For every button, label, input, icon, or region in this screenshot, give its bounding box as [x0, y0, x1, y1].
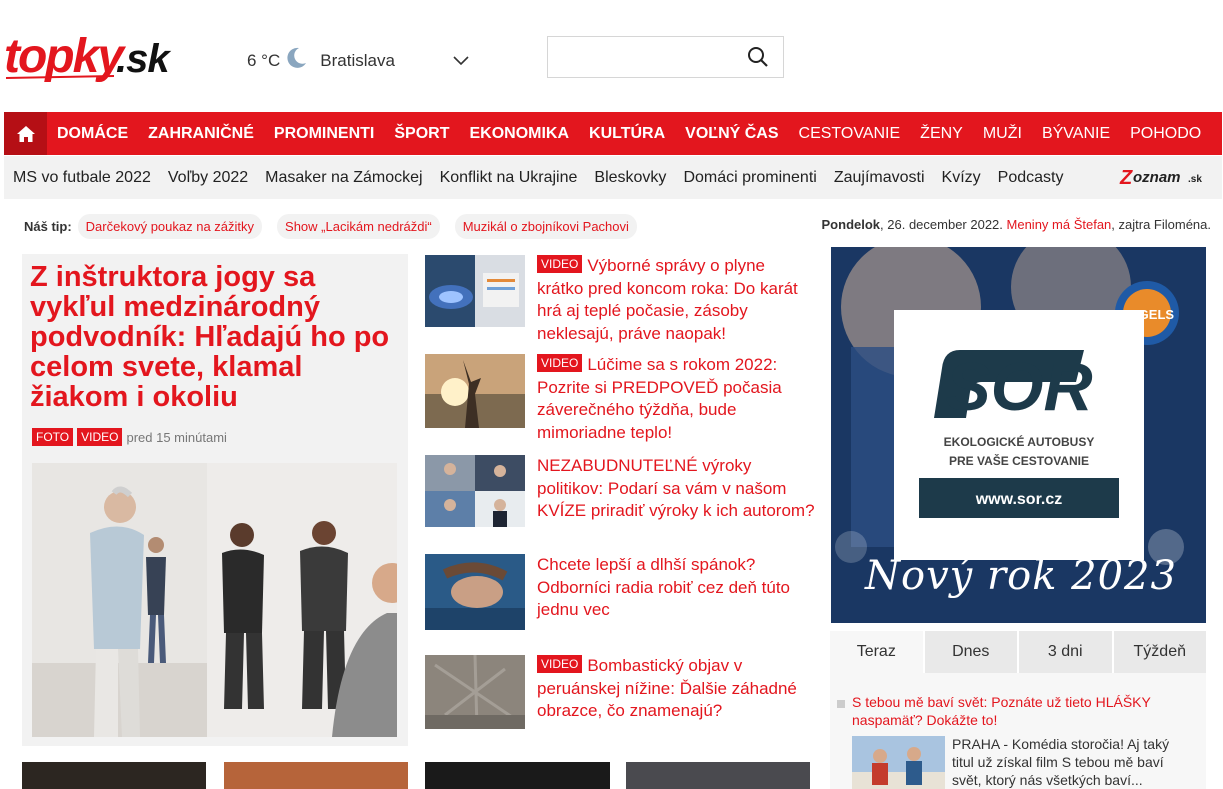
- search-input[interactable]: [548, 37, 738, 77]
- article-title[interactable]: VIDEO Bombastický objav v peruánskej níži…: [537, 655, 815, 723]
- tab-teraz[interactable]: Teraz: [830, 631, 923, 673]
- bottom-thumb[interactable]: [22, 762, 206, 789]
- ad-tagline-1: EKOLOGICKÉ AUTOBUSY: [944, 434, 1095, 449]
- nav-item-ekonomika[interactable]: EKONOMIKA: [459, 125, 579, 143]
- subnav-item[interactable]: Domáci prominenti: [683, 169, 816, 187]
- ad-url: www.sor.cz: [975, 491, 1063, 508]
- dateline-date: , 26. december 2022.: [880, 217, 1003, 232]
- nav-item-prominenti[interactable]: PROMINENTI: [264, 125, 384, 143]
- subnav-item[interactable]: Zaujímavosti: [834, 169, 925, 187]
- ad-brand: SOR: [945, 349, 1092, 425]
- weather-city: Bratislava: [320, 50, 395, 70]
- lead-meta: FOTO VIDEO pred 15 minútami: [32, 428, 227, 446]
- home-icon[interactable]: [4, 112, 47, 155]
- weather-widget[interactable]: 6 °C Bratislava: [247, 46, 469, 75]
- article-thumb-nazca[interactable]: [425, 654, 525, 730]
- top-stories-panel: S tebou mě baví svět: Poznáte už tieto H…: [830, 673, 1206, 789]
- bullet-icon: [837, 700, 845, 708]
- subnav-item[interactable]: Konflikt na Ukrajine: [440, 169, 578, 187]
- article-thumb-politicians[interactable]: [425, 455, 525, 527]
- subnav-item[interactable]: Podcasty: [998, 169, 1064, 187]
- sor-ad-box[interactable]: SOR EKOLOGICKÉ AUTOBUSY PRE VAŠE CESTOVA…: [894, 310, 1144, 560]
- ad-year-text: Nový rok 2023: [865, 553, 1177, 599]
- tab-3-dni[interactable]: 3 dni: [1017, 631, 1112, 673]
- tip-chip[interactable]: Darčekový poukaz na zážitky: [77, 214, 263, 239]
- tips-label: Náš tip:: [24, 219, 72, 234]
- zoznam-logo[interactable]: Z oznam .sk: [1118, 164, 1214, 195]
- subnav-item[interactable]: Masaker na Zámockej: [265, 169, 422, 187]
- nav-item-zahranicne[interactable]: ZAHRANIČNÉ: [138, 125, 264, 143]
- badge-video: VIDEO: [537, 354, 583, 372]
- sub-nav: MS vo futbale 2022 Voľby 2022 Masaker na…: [4, 156, 1222, 199]
- badge-video: VIDEO: [537, 255, 583, 273]
- article-title[interactable]: NEZABUDNUTEĽNÉ výroky politikov: Podarí …: [537, 455, 815, 523]
- article-thumb-sunset[interactable]: [425, 354, 525, 428]
- svg-text:Z: Z: [1119, 167, 1133, 189]
- ad-tagline-2: PRE VAŠE CESTOVANIE: [949, 453, 1089, 468]
- moon-icon: [284, 46, 308, 75]
- chevron-down-icon[interactable]: [453, 51, 469, 71]
- nav-item-cestovanie[interactable]: CESTOVANIE: [789, 125, 911, 143]
- search-box: [547, 36, 784, 78]
- top-story-thumb[interactable]: [852, 736, 945, 789]
- nav-item-volny-cas[interactable]: VOĽNÝ ČAS: [675, 125, 788, 143]
- lead-time: pred 15 minútami: [126, 429, 227, 445]
- nav-item-zeny[interactable]: ŽENY: [910, 125, 973, 143]
- article-thumb-sleep[interactable]: [425, 554, 525, 630]
- badge-video: VIDEO: [537, 655, 583, 673]
- lead-article[interactable]: Z inštruktora jogy sa vykľul medzinárodn…: [22, 254, 412, 746]
- main-nav: DOMÁCE ZAHRANIČNÉ PROMINENTI ŠPORT EKONO…: [4, 112, 1222, 155]
- nav-item-byvanie[interactable]: BÝVANIE: [1032, 125, 1120, 143]
- dateline-day: Pondelok: [821, 217, 881, 232]
- dateline-tomorrow: , zajtra Filoména.: [1111, 217, 1211, 232]
- subnav-item[interactable]: Voľby 2022: [168, 169, 248, 187]
- tips-bar: Náš tip: Darčekový poukaz na zážitky Sho…: [24, 214, 652, 239]
- subnav-item[interactable]: Bleskovky: [594, 169, 666, 187]
- period-tabs: Teraz Dnes 3 dni Týždeň: [830, 631, 1206, 673]
- bottom-thumb[interactable]: [626, 762, 810, 789]
- article-title[interactable]: VIDEO Výborné správy o plyne krátko pred …: [537, 255, 815, 345]
- tab-dnes[interactable]: Dnes: [922, 631, 1018, 673]
- bottom-thumb[interactable]: [224, 762, 408, 789]
- subnav-item[interactable]: Kvízy: [942, 169, 981, 187]
- tab-tyzden[interactable]: Týždeň: [1111, 631, 1207, 673]
- nav-item-kultura[interactable]: KULTÚRA: [579, 125, 675, 143]
- nav-item-domace[interactable]: DOMÁCE: [47, 125, 138, 143]
- nav-item-sport[interactable]: ŠPORT: [384, 125, 459, 143]
- dateline: Pondelok, 26. december 2022. Meniny má Š…: [822, 217, 1211, 232]
- svg-text:.sk: .sk: [116, 37, 171, 81]
- article-title[interactable]: VIDEO Lúčime sa s rokom 2022: Pozrite si …: [537, 354, 815, 444]
- article-title-text: NEZABUDNUTEĽNÉ výroky politikov: Podarí …: [537, 456, 815, 520]
- article-title-text: Chcete lepší a dlhší spánok? Odborníci r…: [537, 555, 791, 619]
- nameday-link[interactable]: Meniny má Štefan: [1007, 217, 1112, 232]
- article-title[interactable]: Chcete lepší a dlhší spánok? Odborníci r…: [537, 554, 815, 622]
- ad-banner[interactable]: ANGELS SOR EKOLOGICKÉ AUTOBUSY PRE VAŠE …: [831, 247, 1206, 623]
- badge-foto: FOTO: [32, 428, 74, 446]
- top-story-headline[interactable]: S tebou mě baví svět: Poznáte už tieto H…: [852, 693, 1192, 729]
- svg-text:oznam: oznam: [1133, 169, 1181, 186]
- topky-logo[interactable]: topky .sk: [4, 20, 180, 90]
- nav-item-pohodo[interactable]: POHODO: [1120, 125, 1211, 143]
- tip-chip[interactable]: Muzikál o zbojníkovi Pachovi: [454, 214, 637, 239]
- temperature: 6 °C: [247, 50, 281, 70]
- top-story-text[interactable]: PRAHA - Komédia storočia! Aj taký titul …: [952, 735, 1192, 789]
- lead-photo[interactable]: [32, 463, 412, 737]
- article-thumb-gas[interactable]: [425, 255, 525, 327]
- search-icon[interactable]: [747, 46, 769, 73]
- bottom-thumb[interactable]: [425, 762, 610, 789]
- svg-text:topky: topky: [4, 30, 126, 83]
- svg-text:.sk: .sk: [1188, 174, 1202, 185]
- badge-video: VIDEO: [77, 428, 123, 446]
- subnav-item[interactable]: MS vo futbale 2022: [13, 169, 151, 187]
- lead-headline[interactable]: Z inštruktora jogy sa vykľul medzinárodn…: [30, 262, 400, 412]
- nav-item-muzi[interactable]: MUŽI: [973, 125, 1032, 143]
- tip-chip[interactable]: Show „Lacikám nedráždi“: [277, 214, 440, 239]
